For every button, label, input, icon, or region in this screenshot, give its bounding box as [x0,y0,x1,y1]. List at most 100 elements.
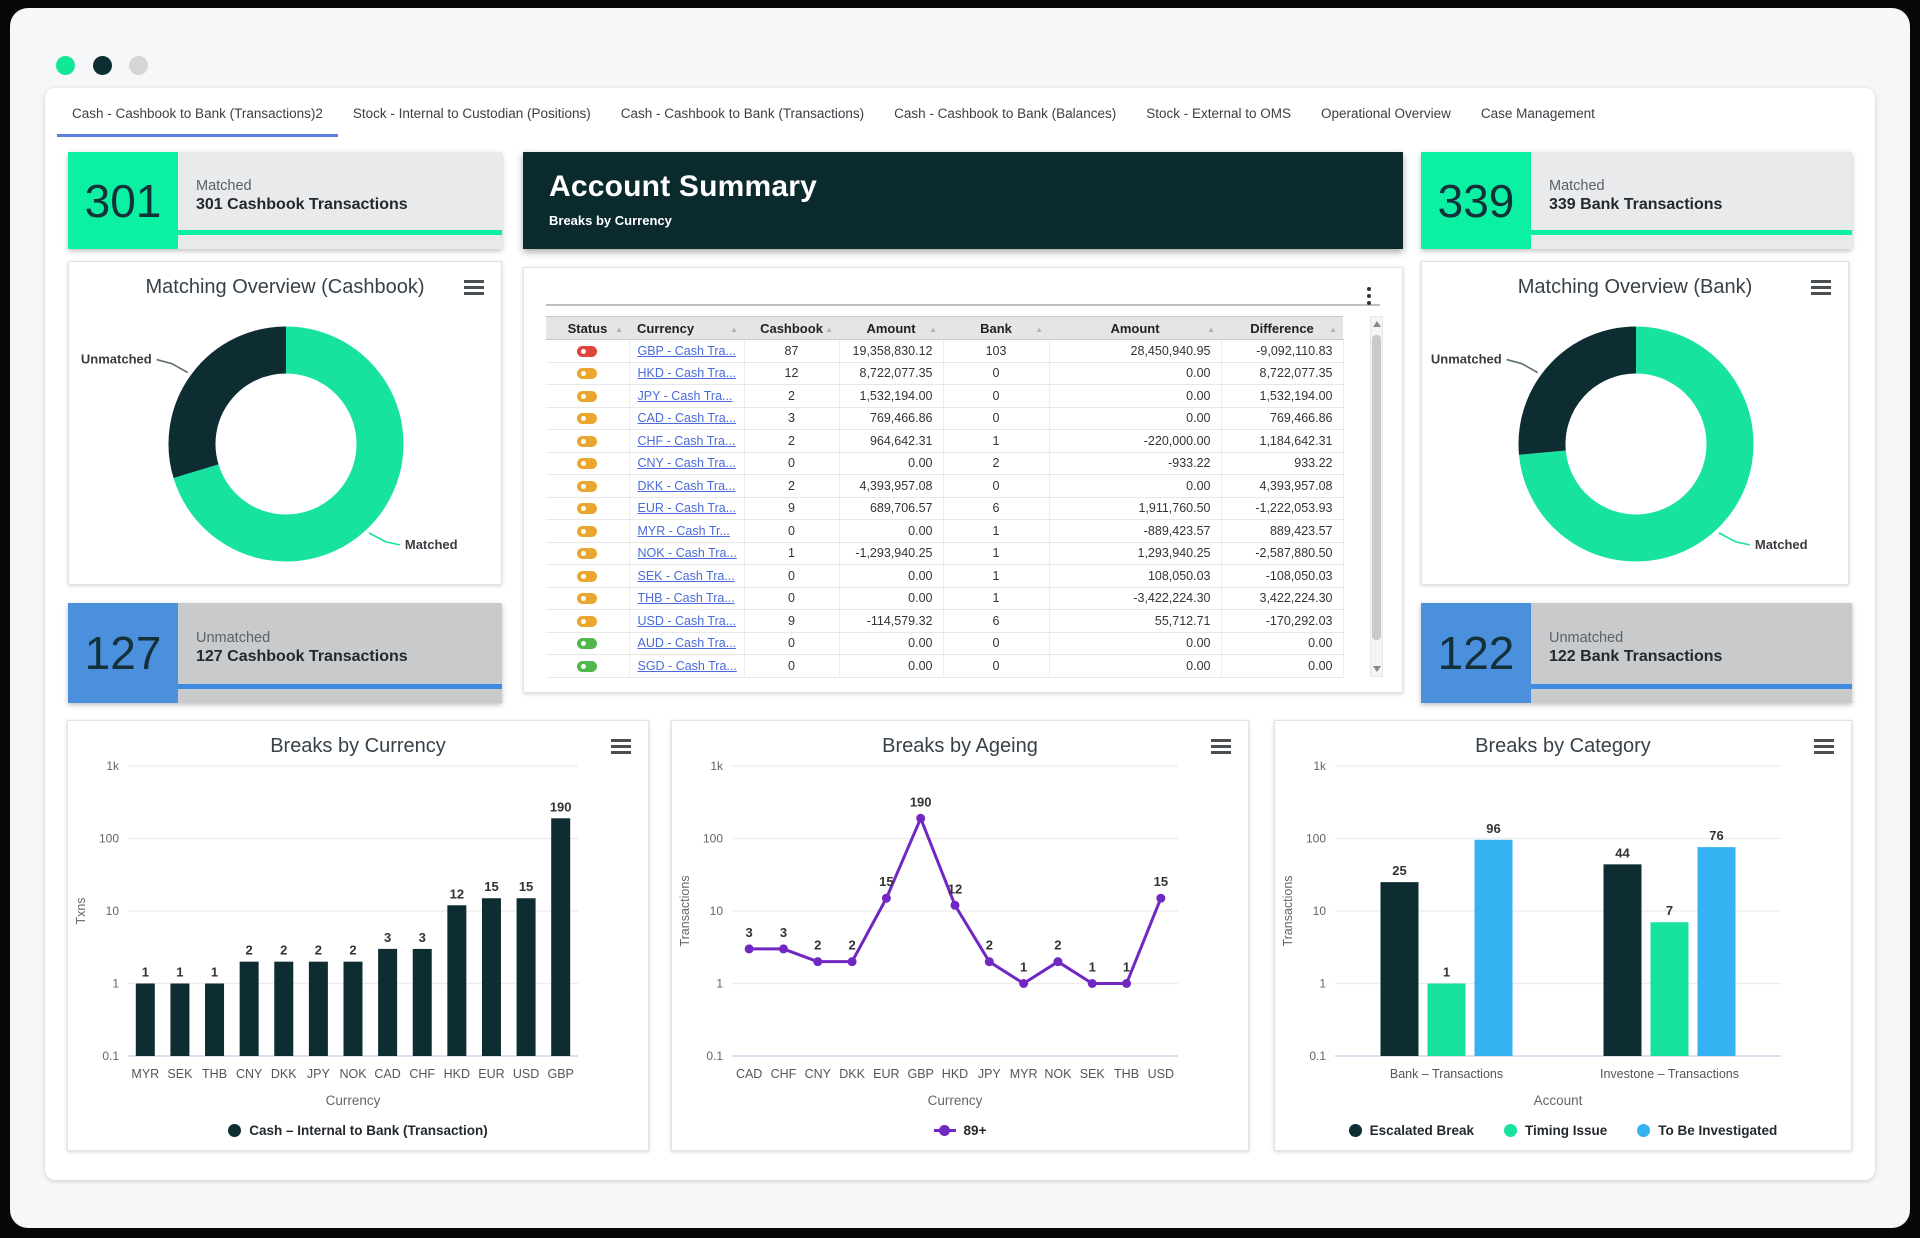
svg-text:10: 10 [710,904,724,918]
table-row: THB - Cash Tra...00.001-3,422,224.303,42… [546,587,1343,610]
svg-text:Currency: Currency [928,1093,983,1108]
currency-link[interactable]: CNY - Cash Tra... [638,456,736,470]
window-maximize-button[interactable] [129,56,148,75]
value-cell: 0.00 [839,520,943,543]
tab-cash-cashbook-to-bank-balances[interactable]: Cash - Cashbook to Bank (Balances) [879,90,1131,137]
chart-menu-icon[interactable] [1814,739,1834,757]
svg-text:CAD: CAD [736,1067,762,1081]
sort-icon[interactable]: ▲ [615,325,623,334]
currency-link[interactable]: JPY - Cash Tra... [638,389,733,403]
value-cell: 0 [943,475,1049,498]
svg-text:1k: 1k [106,759,120,773]
svg-text:NOK: NOK [1044,1067,1072,1081]
currency-link[interactable]: USD - Cash Tra... [638,614,737,628]
tab-cash-cashbook-to-bank-transactions-2[interactable]: Cash - Cashbook to Bank (Transactions)2 [57,90,338,137]
currency-cell: AUD - Cash Tra... [629,632,744,655]
currency-link[interactable]: SGD - Cash Tra... [638,659,737,673]
chart-menu-icon[interactable] [1811,280,1831,298]
value-cell: 1 [744,542,839,565]
table-scrollbar[interactable] [1370,316,1383,677]
legend-item-timing-issue[interactable]: Timing Issue [1504,1123,1607,1138]
tab-case-management[interactable]: Case Management [1466,90,1610,137]
column-header-bank[interactable]: Bank▲ [943,317,1049,340]
scroll-down-icon[interactable] [1373,666,1381,672]
window-titlebar [10,8,1910,88]
window-close-button[interactable] [56,56,75,75]
currency-link[interactable]: GBP - Cash Tra... [638,344,736,358]
svg-text:EUR: EUR [478,1067,504,1081]
status-amber-icon [577,391,597,402]
value-cell: 0.00 [1049,362,1221,385]
column-header-difference[interactable]: Difference▲ [1221,317,1343,340]
tab-stock-internal-to-custodian-positions[interactable]: Stock - Internal to Custodian (Positions… [338,90,606,137]
value-cell: -108,050.03 [1221,565,1343,588]
status-amber-icon [577,368,597,379]
legend-item-to-be-investigated[interactable]: To Be Investigated [1637,1123,1777,1138]
currency-link[interactable]: SEK - Cash Tra... [638,569,735,583]
svg-text:USD: USD [1148,1067,1174,1081]
table-row: JPY - Cash Tra...21,532,194.0000.001,532… [546,385,1343,408]
scrollbar-thumb[interactable] [1372,335,1381,640]
currency-link[interactable]: CHF - Cash Tra... [638,434,736,448]
currency-link[interactable]: NOK - Cash Tra... [638,546,737,560]
svg-text:190: 190 [550,799,572,814]
tab-cash-cashbook-to-bank-transactions[interactable]: Cash - Cashbook to Bank (Transactions) [606,90,879,137]
tab-operational-overview[interactable]: Operational Overview [1306,90,1466,137]
tab-stock-external-to-oms[interactable]: Stock - External to OMS [1131,90,1306,137]
currency-link[interactable]: MYR - Cash Tr... [638,524,730,538]
status-cell [546,587,629,610]
column-header-currency[interactable]: Currency▲ [629,317,744,340]
currency-link[interactable]: EUR - Cash Tra... [638,501,737,515]
currency-link[interactable]: AUD - Cash Tra... [638,636,737,650]
status-green-icon [577,661,597,672]
value-cell: 0 [943,632,1049,655]
sort-icon[interactable]: ▲ [825,325,833,334]
sort-icon[interactable]: ▲ [1207,325,1215,334]
column-header-status[interactable]: Status▲ [546,317,629,340]
currency-link[interactable]: HKD - Cash Tra... [638,366,737,380]
kpi-unmatched-bank: 122 Unmatched 122 Bank Transactions [1421,603,1852,703]
column-header-cashbook[interactable]: Cashbook▲ [744,317,839,340]
sort-icon[interactable]: ▲ [929,325,937,334]
table-row: SGD - Cash Tra...00.0000.000.00 [546,655,1343,678]
status-cell [546,452,629,475]
svg-text:SEK: SEK [167,1067,193,1081]
svg-text:3: 3 [746,925,753,940]
currency-link[interactable]: THB - Cash Tra... [638,591,735,605]
value-cell: 0.00 [1221,655,1343,678]
svg-text:0.1: 0.1 [102,1049,119,1063]
legend-label: Timing Issue [1525,1123,1607,1138]
value-cell: 1,532,194.00 [839,385,943,408]
legend-item-89[interactable]: 89+ [934,1123,987,1138]
kpi-value: 301 [68,152,178,249]
svg-text:76: 76 [1709,828,1723,843]
sort-icon[interactable]: ▲ [1035,325,1043,334]
svg-text:GBP: GBP [547,1067,573,1081]
chart-menu-icon[interactable] [1211,739,1231,757]
value-cell: 0.00 [1049,632,1221,655]
window-minimize-button[interactable] [93,56,112,75]
table-menu-icon[interactable] [1364,284,1374,308]
status-amber-icon [577,503,597,514]
svg-text:1: 1 [716,977,723,991]
scroll-up-icon[interactable] [1373,321,1381,327]
column-header-amount[interactable]: Amount▲ [1049,317,1221,340]
currency-link[interactable]: DKK - Cash Tra... [638,479,736,493]
column-header-amount[interactable]: Amount▲ [839,317,943,340]
breaks-by-category-card: Breaks by Category 1k1001010.1Transactio… [1274,720,1852,1151]
sort-icon[interactable]: ▲ [1329,325,1337,334]
svg-text:CNY: CNY [236,1067,263,1081]
chart-menu-icon[interactable] [611,739,631,757]
chart-menu-icon[interactable] [464,280,484,298]
value-cell: 1 [943,542,1049,565]
legend-item-cash-internal-to-bank-transaction[interactable]: Cash – Internal to Bank (Transaction) [228,1123,488,1138]
currency-link[interactable]: CAD - Cash Tra... [638,411,737,425]
chart-title: Matching Overview (Bank) [1422,276,1848,299]
legend-item-escalated-break[interactable]: Escalated Break [1349,1123,1474,1138]
sort-icon[interactable]: ▲ [730,325,738,334]
legend-label: 89+ [964,1123,987,1138]
divider [546,304,1380,306]
value-cell: 3,422,224.30 [1221,587,1343,610]
legend-label: To Be Investigated [1658,1123,1777,1138]
svg-text:3: 3 [419,930,426,945]
